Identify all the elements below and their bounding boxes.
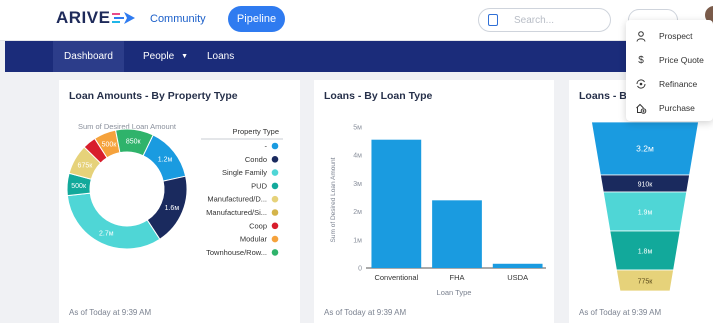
tab-loans[interactable]: Loans: [205, 41, 236, 72]
legend-dot: [271, 169, 279, 176]
card-footnote: As of Today at 9:39 AM: [579, 308, 662, 317]
menu-item-price-quote[interactable]: $ Price Quote: [626, 50, 713, 70]
slice-label: 500к: [102, 141, 118, 148]
y-tick-label: 2м: [353, 209, 362, 216]
bar[interactable]: [432, 200, 482, 268]
house-add-icon: [635, 102, 647, 114]
refinance-icon: [635, 78, 647, 90]
bar-chart: Sum of Desired Loan Amount Loan Type 0 1м…: [330, 125, 546, 297]
donut-chart: Sum of Desired Loan Amount Property Type…: [66, 122, 283, 257]
menu-item-purchase[interactable]: Purchase: [626, 98, 713, 118]
legend-label: Manufactured/Si...: [206, 208, 267, 217]
legend-label: Manufactured/D...: [207, 195, 267, 204]
legend-label: Modular: [240, 235, 268, 244]
y-tick-label: 5м: [353, 125, 362, 132]
funnel-label: 3.2м: [636, 144, 654, 154]
y-axis-label: Sum of Desired Loan Amount: [330, 157, 337, 242]
logo-arrow-icon: [112, 12, 136, 24]
slice-label: 2.7м: [99, 230, 114, 237]
nav-community[interactable]: Community: [140, 8, 216, 30]
legend-label: Single Family: [222, 168, 267, 177]
legend-dot: [271, 249, 279, 256]
slice-label: 675к: [78, 162, 94, 169]
slice-label: 1.2м: [158, 156, 173, 163]
card-footnote: As of Today at 9:39 AM: [69, 308, 152, 317]
chevron-down-icon: ▼: [181, 53, 189, 60]
menu-label: Purchase: [659, 103, 695, 113]
bar[interactable]: [371, 139, 422, 268]
nav-pipeline[interactable]: Pipeline: [228, 6, 285, 32]
dollar-icon: $: [638, 54, 644, 66]
menu-label: Prospect: [659, 31, 693, 41]
funnel-label: 1.8м: [638, 249, 653, 256]
slice-label: 850к: [126, 138, 142, 145]
legend-label: PUD: [251, 181, 267, 190]
legend-dot: [271, 182, 279, 190]
new-item-menu: Prospect $ Price Quote Refinance Purchas…: [626, 20, 713, 121]
menu-item-prospect[interactable]: Prospect: [626, 26, 713, 46]
logo-text: ARIVE: [56, 8, 111, 27]
property-type-card: Loan Amounts - By Property Type Sum of D…: [59, 80, 300, 323]
x-tick-label: FHA: [450, 273, 465, 282]
search-icon: [488, 14, 498, 26]
y-tick-label: 3м: [353, 181, 362, 188]
funnel-label: 1.9м: [638, 210, 653, 217]
legend-dot: [271, 222, 279, 230]
tab-dashboard[interactable]: Dashboard: [53, 41, 124, 72]
legend-label: -: [265, 142, 268, 151]
x-tick-label: Conventional: [374, 273, 418, 282]
search-placeholder: Search...: [514, 14, 555, 26]
legend-dot: [271, 209, 279, 216]
bar[interactable]: [492, 263, 543, 268]
x-axis-label: Loan Type: [437, 288, 472, 297]
menu-item-refinance[interactable]: Refinance: [626, 74, 713, 94]
menu-label: Refinance: [659, 79, 698, 89]
legend-label: Coop: [249, 221, 267, 230]
person-icon: [635, 30, 647, 42]
legend-dot: [271, 195, 279, 203]
funnel-label: 910к: [638, 182, 654, 189]
y-tick-label: 4м: [353, 153, 362, 160]
loan-type-card: Loans - By Loan Type Sum of Desired Loan…: [314, 80, 554, 323]
top-header: ARIVE Community Pipeline Search...: [0, 0, 713, 41]
legend-dot: [271, 156, 279, 163]
menu-label: Price Quote: [659, 55, 704, 65]
donut-slice[interactable]: [66, 192, 161, 250]
slice-label: 500к: [71, 183, 87, 190]
search-input[interactable]: Search...: [478, 8, 611, 32]
legend-label: Townhouse/Row...: [206, 248, 267, 257]
funnel-label: 775к: [638, 279, 654, 286]
card-footnote: As of Today at 9:39 AM: [324, 308, 407, 317]
tab-people[interactable]: People ▼: [139, 41, 192, 72]
arive-logo[interactable]: ARIVE: [56, 6, 136, 30]
legend-dot: [271, 235, 279, 243]
sub-navigation: Dashboard People ▼ Loans: [5, 41, 713, 72]
tab-people-label: People: [143, 51, 175, 62]
slice-label: 1.6м: [165, 205, 180, 212]
y-tick-label: 0: [358, 266, 362, 273]
legend-title: Property Type: [232, 127, 279, 136]
y-tick-label: 1м: [353, 237, 362, 244]
x-tick-label: USDA: [507, 273, 528, 282]
legend-label: Condo: [245, 155, 267, 164]
legend-dot: [271, 142, 279, 150]
